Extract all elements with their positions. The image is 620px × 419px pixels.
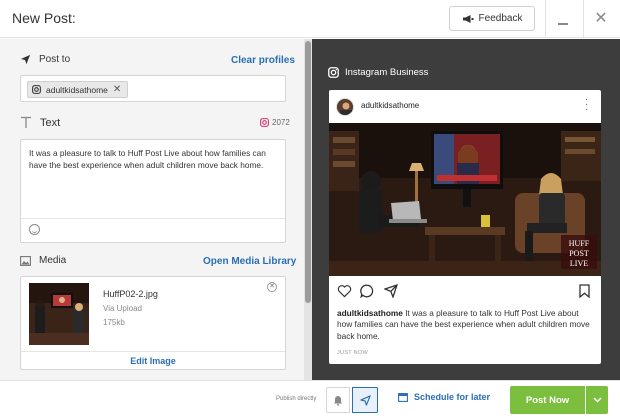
profile-chip-label: adultkidsathome — [46, 84, 108, 95]
profile-selector[interactable]: adultkidsathome ✕ — [20, 75, 286, 102]
instagram-icon — [260, 118, 269, 127]
text-label: Text — [40, 116, 61, 129]
comment-icon[interactable] — [360, 284, 374, 298]
instagram-post-preview: adultkidsathome · · · HUFF POST LIVE adu… — [329, 90, 601, 364]
bookmark-icon[interactable] — [579, 284, 590, 298]
send-icon — [20, 54, 31, 65]
media-label-row: Media — [20, 255, 66, 266]
bell-icon — [334, 395, 342, 406]
publish-directly-label: Publish directly — [276, 396, 317, 402]
image-brand-text: HUFF — [569, 239, 590, 248]
post-to-label: Post to — [39, 54, 71, 65]
media-attachment: HuffP02-2.jpg Via Upload 175kb ✕ Edit Im… — [20, 276, 286, 370]
open-media-library-link[interactable]: Open Media Library — [203, 256, 296, 267]
preview-panel: Instagram Business adultkidsathome ··· — [312, 39, 620, 380]
modal-title: New Post: — [12, 10, 76, 26]
post-text-content[interactable]: It was a pleasure to talk to Huff Post L… — [29, 148, 279, 171]
chevron-down-icon — [592, 397, 602, 403]
image-brand-text: POST — [569, 249, 589, 258]
post-header: adultkidsathome · · · — [329, 90, 601, 122]
heart-icon[interactable] — [337, 284, 352, 298]
share-icon[interactable] — [384, 284, 398, 298]
modal-footer: Publish directly Schedule for later Post… — [0, 380, 620, 419]
more-options-icon[interactable]: · · · — [585, 95, 589, 115]
schedule-label: Schedule for later — [414, 392, 491, 402]
media-thumbnail[interactable] — [29, 283, 89, 345]
post-username: adultkidsathome — [361, 101, 420, 110]
image-icon — [20, 255, 31, 266]
remove-media-icon[interactable]: ✕ — [267, 282, 277, 292]
preview-network-row: Instagram Business — [328, 67, 428, 78]
post-text-editor[interactable]: It was a pleasure to talk to Huff Post L… — [20, 139, 286, 243]
media-divider — [21, 351, 285, 352]
post-image: HUFF POST LIVE — [329, 123, 601, 276]
remove-profile-icon[interactable]: ✕ — [113, 84, 121, 95]
char-count-row: 2072 — [260, 118, 290, 127]
calendar-icon — [398, 393, 408, 402]
preview-network-label: Instagram Business — [345, 67, 429, 78]
minimize-icon[interactable] — [555, 15, 571, 25]
header-divider — [545, 0, 546, 38]
emoji-icon[interactable] — [29, 224, 40, 235]
megaphone-icon — [462, 14, 474, 23]
text-label-row: Text — [20, 116, 60, 129]
post-to-label-row: Post to — [20, 54, 70, 65]
post-now-button[interactable]: Post Now — [510, 386, 585, 414]
avatar — [336, 98, 354, 116]
media-label: Media — [39, 255, 67, 266]
edit-image-link[interactable]: Edit Image — [21, 356, 285, 366]
schedule-for-later-button[interactable]: Schedule for later — [398, 392, 490, 402]
send-icon — [359, 394, 371, 406]
post-caption: adultkidsathome It was a pleasure to tal… — [337, 308, 595, 342]
scrollbar-thumb[interactable] — [305, 41, 311, 303]
close-icon[interactable]: ✕ — [592, 10, 610, 28]
media-size: 175kb — [103, 318, 125, 327]
header-divider — [583, 0, 584, 38]
feedback-label: Feedback — [478, 13, 523, 24]
image-brand-text: LIVE — [570, 259, 588, 268]
media-source: Via Upload — [103, 304, 142, 313]
instagram-icon — [32, 85, 41, 94]
editor-divider — [21, 218, 285, 219]
instagram-icon — [328, 67, 339, 78]
clear-profiles-link[interactable]: Clear profiles — [231, 55, 295, 66]
caption-username: adultkidsathome — [337, 308, 403, 318]
feedback-button[interactable]: Feedback — [449, 6, 535, 31]
modal-header: New Post: Feedback ✕ — [0, 0, 620, 38]
profile-chip: adultkidsathome ✕ — [27, 81, 129, 98]
publish-directly-button[interactable] — [352, 387, 378, 413]
post-actions — [329, 282, 601, 302]
post-timestamp: JUST NOW — [337, 350, 369, 356]
post-options-dropdown[interactable] — [586, 386, 608, 414]
char-count: 2072 — [272, 118, 290, 127]
text-icon — [21, 116, 31, 128]
media-file-name: HuffP02-2.jpg — [103, 289, 158, 299]
compose-scrollbar[interactable] — [304, 39, 312, 380]
notify-publish-button[interactable] — [326, 387, 350, 413]
